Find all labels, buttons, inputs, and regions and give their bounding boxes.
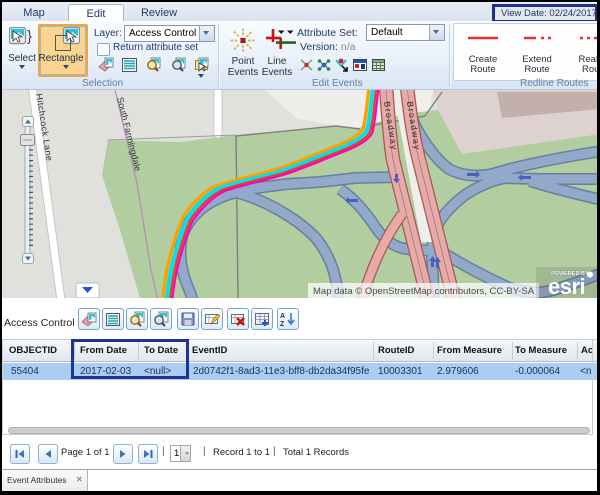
svg-text:esri: esri: [548, 274, 585, 298]
svg-text:Map data © OpenStreetMap contr: Map data © OpenStreetMap contributors, C…: [313, 286, 535, 297]
svg-text:Z: Z: [280, 321, 285, 327]
svg-text:}: }: [27, 28, 32, 45]
svg-text:A: A: [280, 313, 285, 320]
